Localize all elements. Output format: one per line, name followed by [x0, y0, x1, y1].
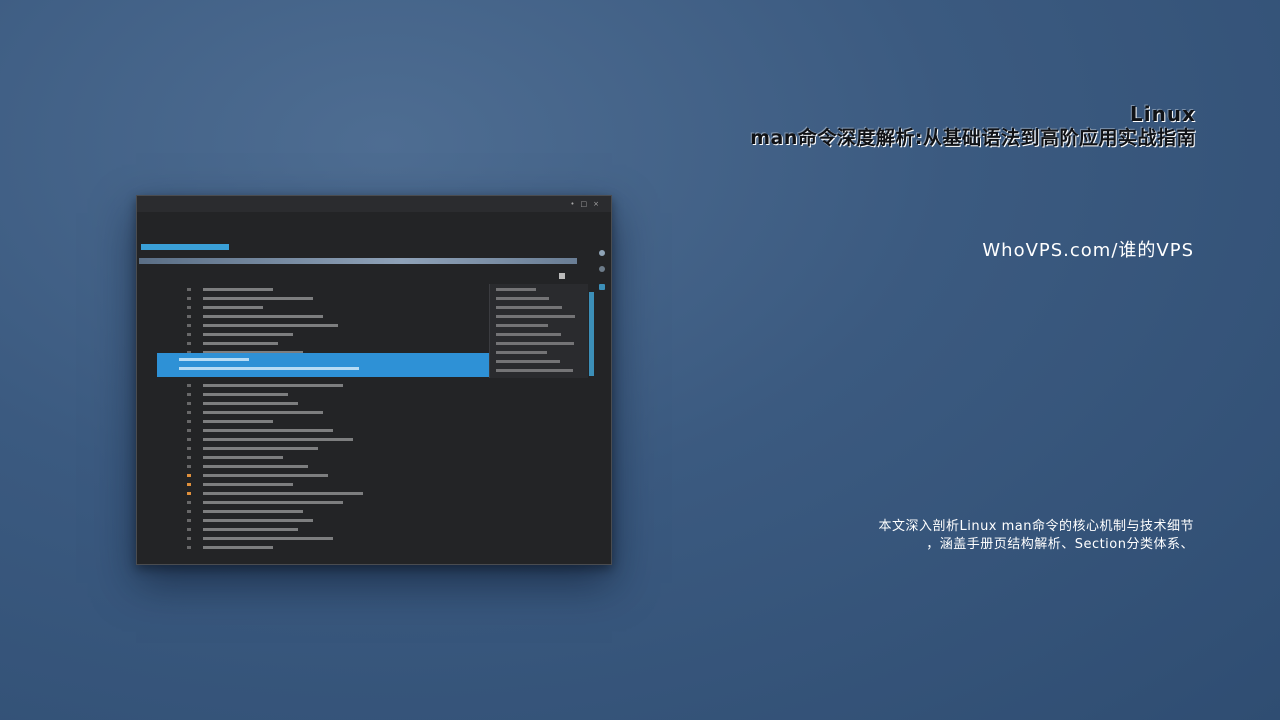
- article-title-line1: Linux: [1130, 102, 1196, 126]
- screenshot-code-stroke: [203, 324, 338, 327]
- screenshot-highlight-stroke: [179, 367, 359, 370]
- screenshot-gutter-mark: [187, 528, 191, 531]
- screenshot-code-stroke: [203, 429, 333, 432]
- screenshot-gutter-mark: [187, 537, 191, 540]
- screenshot-gutter-mark: [187, 297, 191, 300]
- screenshot-gutter-mark: [187, 483, 191, 486]
- screenshot-side-stroke: [496, 360, 560, 363]
- screenshot-gutter-mark: [187, 315, 191, 318]
- screenshot-window-controls: •□×: [570, 200, 605, 208]
- screenshot-code-stroke: [203, 528, 298, 531]
- screenshot-gutter-mark: [187, 402, 191, 405]
- screenshot-code-stroke: [203, 393, 288, 396]
- screenshot-gutter-mark: [187, 546, 191, 549]
- screenshot-code-stroke: [203, 402, 298, 405]
- screenshot-circle-icon: [599, 266, 605, 272]
- screenshot-gutter-mark: [187, 306, 191, 309]
- screenshot-gutter-mark: [187, 438, 191, 441]
- screenshot-gutter-mark: [187, 429, 191, 432]
- screenshot-side-stroke: [496, 351, 547, 354]
- screenshot-toolbar: [137, 223, 611, 243]
- screenshot-side-stroke: [496, 333, 561, 336]
- screenshot-gutter-mark: [187, 324, 191, 327]
- screenshot-scrollbar: [589, 292, 594, 376]
- screenshot-gutter-mark: [187, 447, 191, 450]
- screenshot-code-stroke: [203, 315, 323, 318]
- screenshot-gutter-mark: [187, 384, 191, 387]
- screenshot-gutter-mark: [187, 333, 191, 336]
- screenshot-code-stroke: [203, 492, 363, 495]
- screenshot-code-stroke: [203, 465, 308, 468]
- screenshot-code-stroke: [203, 510, 303, 513]
- screenshot-code-stroke: [203, 297, 313, 300]
- screenshot-code-stroke: [203, 519, 313, 522]
- screenshot-gutter-mark: [187, 474, 191, 477]
- screenshot-side-stroke: [496, 288, 536, 291]
- article-title: Linux man命令深度解析:从基础语法到高阶应用实战指南: [750, 102, 1196, 150]
- screenshot-code-stroke: [203, 288, 273, 291]
- screenshot-side-stroke: [496, 369, 573, 372]
- screenshot-scroll-knob: [559, 273, 565, 279]
- article-title-line2: man命令深度解析:从基础语法到高阶应用实战指南: [750, 127, 1196, 149]
- screenshot-titlebar: •□×: [137, 196, 611, 212]
- screenshot-gutter-mark: [187, 420, 191, 423]
- screenshot-circle-icon: [599, 250, 605, 256]
- article-description: 本文深入剖析Linux man命令的核心机制与技术细节 ，涵盖手册页结构解析、S…: [878, 518, 1194, 554]
- screenshot-side-stroke: [496, 297, 549, 300]
- screenshot-code-stroke: [203, 438, 353, 441]
- screenshot-code-stroke: [203, 537, 333, 540]
- screenshot-code-stroke: [203, 546, 273, 549]
- description-line1: 本文深入剖析Linux man命令的核心机制与技术细节: [878, 519, 1194, 534]
- screenshot-gutter-mark: [187, 519, 191, 522]
- screenshot-divider: [139, 258, 577, 264]
- screenshot-gutter-mark: [187, 411, 191, 414]
- screenshot-gutter-mark: [187, 465, 191, 468]
- screenshot-code-stroke: [203, 306, 263, 309]
- screenshot-code-stroke: [203, 333, 293, 336]
- screenshot-gutter-mark: [187, 492, 191, 495]
- screenshot-gutter-mark: [187, 510, 191, 513]
- screenshot-square-icon: [599, 284, 605, 290]
- screenshot-code-stroke: [203, 342, 278, 345]
- description-line2: ，涵盖手册页结构解析、Section分类体系、: [926, 537, 1194, 552]
- screenshot-highlight-row: [157, 353, 489, 377]
- screenshot-code-stroke: [203, 456, 283, 459]
- screenshot-code-stroke: [203, 384, 343, 387]
- editor-screenshot-image: •□×: [136, 195, 612, 565]
- screenshot-side-stroke: [496, 324, 548, 327]
- screenshot-gutter-mark: [187, 393, 191, 396]
- screenshot-code-stroke: [203, 483, 293, 486]
- screenshot-code-stroke: [203, 501, 343, 504]
- screenshot-side-stroke: [496, 315, 575, 318]
- screenshot-gutter-mark: [187, 456, 191, 459]
- screenshot-code-stroke: [203, 411, 323, 414]
- screenshot-address-bar: [141, 244, 229, 250]
- screenshot-code-stroke: [203, 474, 328, 477]
- screenshot-highlight-stroke: [179, 358, 249, 361]
- screenshot-code-stroke: [203, 420, 273, 423]
- screenshot-gutter-mark: [187, 342, 191, 345]
- screenshot-code-stroke: [203, 447, 318, 450]
- brand-label: WhoVPS.com/谁的VPS: [982, 240, 1194, 261]
- screenshot-side-stroke: [496, 306, 562, 309]
- screenshot-gutter-mark: [187, 288, 191, 291]
- screenshot-gutter-mark: [187, 501, 191, 504]
- screenshot-side-panel: [489, 284, 588, 378]
- screenshot-menubar: [137, 212, 611, 222]
- screenshot-side-stroke: [496, 342, 574, 345]
